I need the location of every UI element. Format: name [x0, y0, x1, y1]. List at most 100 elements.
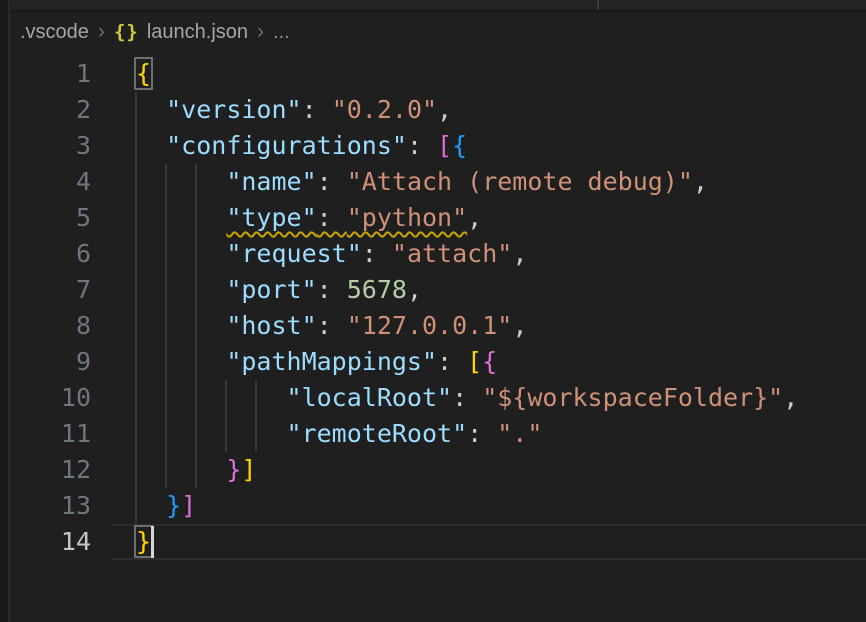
breadcrumb-item-symbol[interactable]: ...: [273, 21, 290, 44]
code-token: :: [452, 383, 482, 412]
line-number[interactable]: 9: [11, 344, 112, 380]
line-number[interactable]: 5: [11, 200, 112, 236]
code-line[interactable]: 11 "remoteRoot": ".": [11, 416, 866, 452]
code-line-content[interactable]: {: [112, 56, 866, 92]
indent-guide: [135, 452, 137, 488]
code-line[interactable]: 4 "name": "Attach (remote debug)",: [11, 164, 866, 200]
code-line[interactable]: 14}: [11, 524, 866, 560]
line-number[interactable]: 4: [11, 164, 112, 200]
code-token: "0.2.0": [332, 95, 437, 124]
code-token: :: [317, 275, 347, 304]
indent-guide: [165, 236, 167, 272]
code-line[interactable]: 3 "configurations": [{: [11, 128, 866, 164]
indent-guide: [255, 416, 257, 452]
code-token: :: [317, 203, 347, 232]
code-token: ,: [512, 239, 527, 268]
line-number[interactable]: 2: [11, 92, 112, 128]
code-line-content[interactable]: "version": "0.2.0",: [112, 92, 866, 128]
line-number[interactable]: 3: [11, 128, 112, 164]
indent-guide: [165, 452, 167, 488]
code-line[interactable]: 6 "request": "attach",: [11, 236, 866, 272]
code-token: :: [302, 95, 332, 124]
code-token: "python": [347, 203, 467, 232]
indent-guide: [135, 92, 137, 128]
line-number[interactable]: 10: [11, 380, 112, 416]
indent-guide: [195, 200, 197, 236]
breadcrumb: .vscode › {} launch.json › ...: [11, 12, 866, 52]
code-editor[interactable]: 1{2 "version": "0.2.0",3 "configurations…: [11, 52, 866, 560]
code-line-content[interactable]: }: [112, 524, 866, 560]
code-token: "version": [166, 95, 301, 124]
code-line-content[interactable]: "name": "Attach (remote debug)",: [112, 164, 866, 200]
code-token: "host": [226, 311, 316, 340]
code-token: "pathMappings": [226, 347, 437, 376]
code-token: ]: [181, 491, 196, 520]
code-line[interactable]: 2 "version": "0.2.0",: [11, 92, 866, 128]
code-token: "remoteRoot": [287, 419, 468, 448]
indent-guide: [195, 416, 197, 452]
indent-guide: [135, 164, 137, 200]
line-number[interactable]: 8: [11, 308, 112, 344]
code-line[interactable]: 5 "type": "python",: [11, 200, 866, 236]
code-token: }: [226, 455, 241, 484]
json-braces-icon: {}: [114, 21, 139, 43]
code-line-content[interactable]: }]: [112, 452, 866, 488]
text-cursor: [151, 526, 154, 558]
code-line[interactable]: 1{: [11, 56, 866, 92]
code-line-content[interactable]: "configurations": [{: [112, 128, 866, 164]
code-token: }: [136, 527, 151, 556]
code-line[interactable]: 10 "localRoot": "${workspaceFolder}",: [11, 380, 866, 416]
indent-guide: [165, 272, 167, 308]
indent-guide: [135, 236, 137, 272]
line-number[interactable]: 12: [11, 452, 112, 488]
code-token: ,: [467, 203, 482, 232]
code-token: }: [166, 491, 181, 520]
line-number[interactable]: 7: [11, 272, 112, 308]
indent-guide: [195, 236, 197, 272]
window-left-edge: [0, 0, 10, 622]
tab-partial-next[interactable]: [599, 0, 866, 10]
code-line[interactable]: 12 }]: [11, 452, 866, 488]
code-token: "port": [226, 275, 316, 304]
breadcrumb-item-folder[interactable]: .vscode: [20, 21, 89, 44]
line-number[interactable]: 6: [11, 236, 112, 272]
code-token: 5678: [347, 275, 407, 304]
code-line-content[interactable]: "host": "127.0.0.1",: [112, 308, 866, 344]
code-token: ,: [512, 311, 527, 340]
chevron-right-icon: ›: [89, 20, 114, 44]
code-token: {: [452, 131, 467, 160]
code-token: "localRoot": [287, 383, 453, 412]
code-line-content[interactable]: "remoteRoot": ".": [112, 416, 866, 452]
indent-guide: [225, 416, 227, 452]
tab-partial-active[interactable]: [11, 0, 599, 10]
indent-guide: [165, 200, 167, 236]
code-token: :: [317, 311, 347, 340]
line-number[interactable]: 1: [11, 56, 112, 92]
code-token: "name": [226, 167, 316, 196]
indent-guide: [135, 128, 137, 164]
code-line-content[interactable]: "request": "attach",: [112, 236, 866, 272]
code-line-content[interactable]: "pathMappings": [{: [112, 344, 866, 380]
code-line-content[interactable]: "type": "python",: [112, 200, 866, 236]
indent-guide: [135, 488, 137, 524]
indent-guide: [225, 380, 227, 416]
breadcrumb-item-file[interactable]: launch.json: [147, 21, 248, 44]
line-number[interactable]: 11: [11, 416, 112, 452]
code-token: ,: [693, 167, 708, 196]
indent-guide: [165, 344, 167, 380]
code-line-content[interactable]: "localRoot": "${workspaceFolder}",: [112, 380, 866, 416]
line-number[interactable]: 13: [11, 488, 112, 524]
code-line[interactable]: 7 "port": 5678,: [11, 272, 866, 308]
code-line-content[interactable]: "port": 5678,: [112, 272, 866, 308]
code-token: [: [437, 131, 452, 160]
indent-guide: [135, 344, 137, 380]
chevron-right-icon: ›: [248, 20, 273, 44]
line-number[interactable]: 14: [11, 524, 112, 560]
code-line[interactable]: 13 }]: [11, 488, 866, 524]
indent-guide: [195, 380, 197, 416]
code-token: ,: [437, 95, 452, 124]
code-line[interactable]: 8 "host": "127.0.0.1",: [11, 308, 866, 344]
code-line[interactable]: 9 "pathMappings": [{: [11, 344, 866, 380]
code-token: "attach": [392, 239, 512, 268]
code-line-content[interactable]: }]: [112, 488, 866, 524]
